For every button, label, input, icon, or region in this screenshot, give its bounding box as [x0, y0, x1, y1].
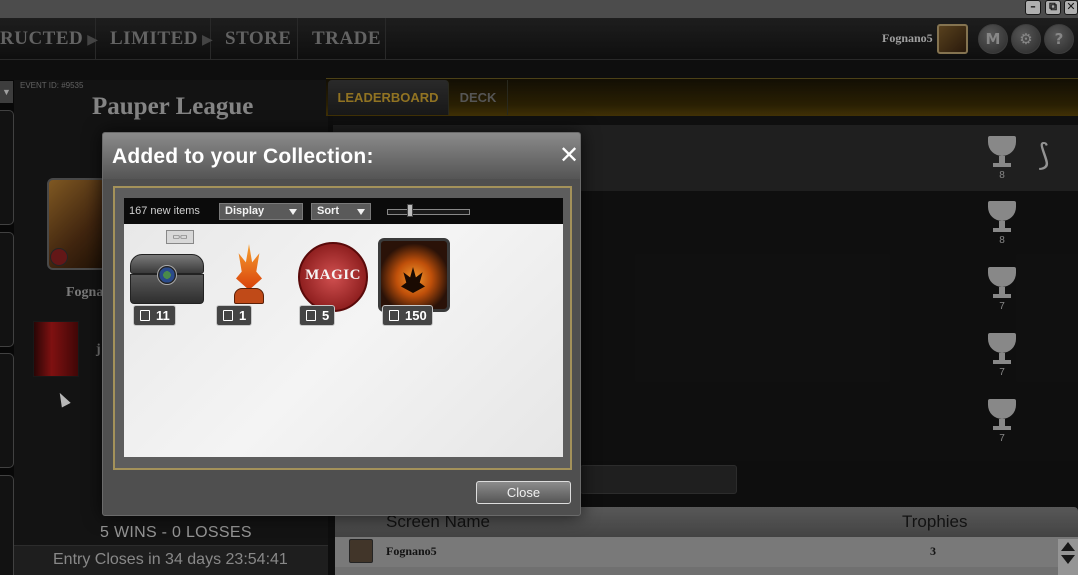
item-quantity: 5 — [299, 305, 336, 326]
chevron-down-icon — [357, 209, 365, 215]
digital-tag-icon: ▭▭ — [166, 230, 194, 244]
sort-dropdown[interactable]: Sort — [311, 203, 371, 220]
collection-item-treasure-chest[interactable]: ▭▭ 11 — [126, 224, 206, 334]
chevron-down-icon — [289, 209, 297, 215]
spark-base — [234, 288, 264, 304]
collection-toolbar: 167 new items Display Sort — [124, 198, 563, 224]
planeswalker-spark-icon — [236, 244, 262, 290]
display-label: Display — [225, 205, 265, 217]
close-icon[interactable]: ✕ — [559, 142, 579, 168]
close-button[interactable]: Close — [476, 481, 571, 504]
collection-frame: 167 new items Display Sort ▭▭ 11 1 MAGIC — [113, 186, 572, 470]
copies-icon — [389, 310, 399, 321]
sort-label: Sort — [317, 205, 339, 217]
collection-dialog: Added to your Collection: ✕ 167 new item… — [102, 132, 581, 516]
item-quantity: 1 — [216, 305, 253, 326]
dialog-header: Added to your Collection: ✕ — [103, 133, 580, 179]
copies-icon — [223, 310, 233, 321]
zoom-slider-thumb[interactable] — [407, 204, 413, 217]
chest-gem-icon — [157, 265, 177, 285]
quantity-value: 11 — [156, 308, 170, 323]
collection-grid: ▭▭ 11 1 MAGIC 5 150 — [124, 224, 563, 457]
new-items-count: 167 new items — [129, 205, 200, 217]
collection-item-planeswalker-spark[interactable]: 1 — [214, 224, 294, 334]
dialog-title: Added to your Collection: — [112, 145, 374, 168]
collection-item-booster-pack[interactable]: 150 — [374, 224, 454, 334]
zoom-slider[interactable] — [387, 209, 470, 215]
item-quantity: 11 — [133, 305, 176, 326]
display-dropdown[interactable]: Display — [219, 203, 303, 220]
item-quantity: 150 — [382, 305, 433, 326]
quantity-value: 5 — [322, 308, 330, 323]
quantity-value: 150 — [405, 308, 427, 323]
quantity-value: 1 — [239, 308, 247, 323]
copies-icon — [306, 310, 316, 321]
copies-icon — [140, 310, 150, 321]
token-label: MAGIC — [305, 267, 361, 283]
collection-item-magic-token[interactable]: MAGIC 5 — [294, 224, 374, 334]
